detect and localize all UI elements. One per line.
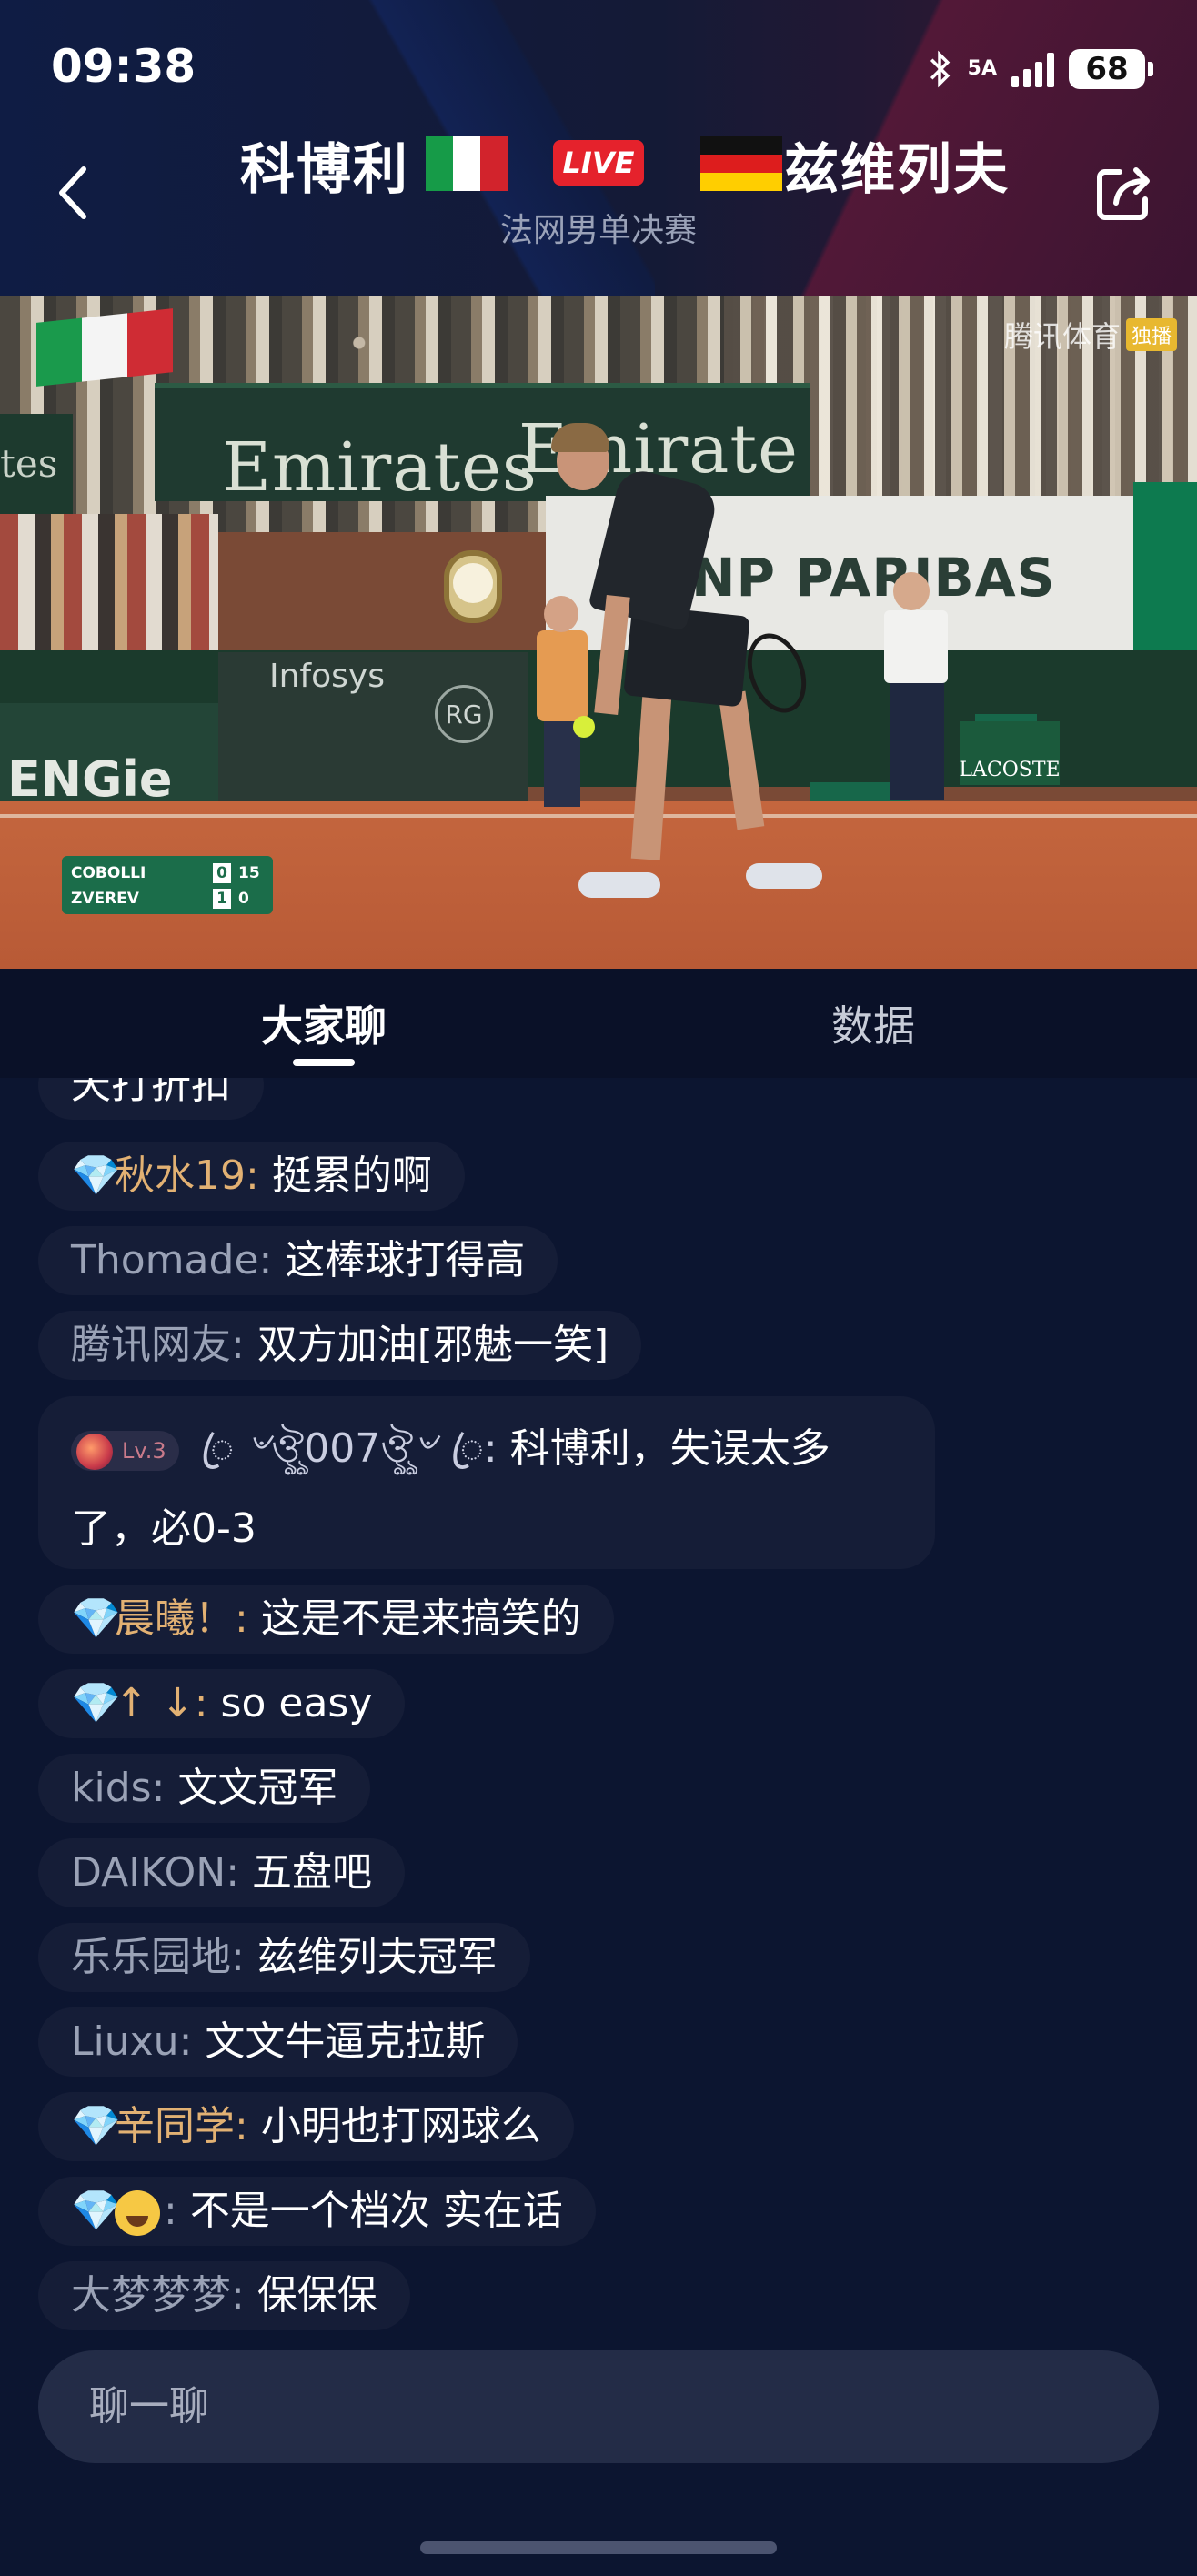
chat-username[interactable]: 秋水19 xyxy=(115,1152,246,1199)
chat-username[interactable]: DAIKON xyxy=(71,1849,226,1896)
ball-kid xyxy=(537,630,588,721)
chat-message: 大梦梦梦: 保保保 xyxy=(38,2261,410,2330)
chat-text: 这棒球打得高 xyxy=(285,1237,526,1283)
chat-input[interactable]: 聊一聊 xyxy=(38,2350,1159,2463)
chat-username[interactable]: Thomade xyxy=(71,1237,259,1283)
diamond-icon: 💎 xyxy=(71,2103,121,2149)
tennis-ball xyxy=(573,716,595,738)
chat-text: 挺累的啊 xyxy=(271,1152,432,1199)
chat-username[interactable]: 辛同学 xyxy=(115,2103,235,2149)
chat-message: 💎↑ ↓: so easy xyxy=(38,1669,406,1738)
live-badge: LIVE xyxy=(553,140,644,186)
watermark-text: 腾讯体育 xyxy=(1003,319,1121,354)
chat-message: kids: 文文冠军 xyxy=(38,1754,371,1823)
chat-text: 文文牛逼克拉斯 xyxy=(205,2018,486,2065)
watermark-tag: 独播 xyxy=(1125,318,1177,351)
chat-text: 文文冠军 xyxy=(177,1765,338,1811)
scoreboard: COBOLLI 0 15 ZVEREV 1 0 xyxy=(62,856,273,914)
chat-username[interactable]: ↑ ↓ xyxy=(115,1680,195,1726)
chat-text: 保保保 xyxy=(256,2272,377,2319)
signal-icon xyxy=(1011,51,1054,87)
chat-message: 乐乐园地: 兹维列夫冠军 xyxy=(38,1923,530,1992)
infosys-sign: Infosys xyxy=(269,658,385,695)
match-subtitle: 法网男单决赛 xyxy=(499,212,697,249)
chat-message: DAIKON: 五盘吧 xyxy=(38,1838,405,1907)
status-bar: 09:38 5A 68 xyxy=(0,36,1197,100)
chat-message: 💎: 不是一个档次 实在话 xyxy=(38,2177,596,2246)
chat-username[interactable]: 乐乐园地 xyxy=(71,1934,231,1980)
chat-text: 兹维列夫冠军 xyxy=(256,1934,498,1980)
chat-text: so easy xyxy=(220,1680,373,1726)
roland-garros-logo: RG xyxy=(435,685,493,743)
status-icons: 5A 68 xyxy=(926,45,1153,93)
level-icon xyxy=(76,1434,113,1470)
diamond-icon: 💎 xyxy=(71,1152,121,1199)
chat-username[interactable]: 大梦梦梦 xyxy=(71,2272,231,2319)
player-name-right: 兹维列夫 xyxy=(784,138,1010,202)
match-header: 09:38 5A 68 科博利 LIVE 兹维列夫 法网男单决赛 xyxy=(0,0,1197,296)
chat-message-partial: 天打折扣 xyxy=(38,1078,264,1120)
live-video-player[interactable]: Emirates Emirate tes NP PARIBAS ENGie In… xyxy=(0,296,1197,969)
chat-username[interactable]: ꦿ︎ ৺ঔৣ007ঔৣ৺ ꦿ︎ xyxy=(201,1425,484,1472)
emirates-sign: Emirates xyxy=(222,428,538,507)
chat-message-long: Lv.3ꦿ︎ ৺ঔৣ007ঔৣ৺ ꦿ︎: 科博利，失误太多了，必0-3 xyxy=(38,1396,935,1569)
share-icon xyxy=(1097,167,1150,220)
line-judge xyxy=(884,610,948,683)
chat-username[interactable]: 晨曦！ xyxy=(115,1595,235,1642)
smiley-avatar-icon[interactable] xyxy=(115,2190,160,2236)
broadcaster-watermark: 腾讯体育 独播 xyxy=(1004,314,1177,356)
chat-username[interactable]: kids xyxy=(71,1765,152,1811)
chat-text: 不是一个档次 实在话 xyxy=(189,2188,563,2234)
chat-list[interactable]: 天打折扣 💎秋水19: 挺累的啊 Thomade: 这棒球打得高 腾讯网友: 双… xyxy=(0,1078,1197,2342)
diamond-icon: 💎 xyxy=(71,2188,121,2234)
tab-chat[interactable]: 大家聊 xyxy=(187,994,460,1058)
score-row: COBOLLI 0 15 xyxy=(71,863,260,883)
player-name-left: 科博利 xyxy=(240,138,409,202)
chat-message: Liuxu: 文文牛逼克拉斯 xyxy=(38,2007,518,2077)
diamond-icon: 💎 xyxy=(71,1595,121,1642)
bluetooth-icon xyxy=(930,50,950,88)
tab-active-indicator xyxy=(293,1059,355,1066)
italy-flag-icon xyxy=(426,136,508,191)
share-button[interactable] xyxy=(1088,156,1161,229)
chat-message: 腾讯网友: 双方加油[邪魅一笑] xyxy=(38,1311,642,1380)
chat-message: 💎晨曦！: 这是不是来搞笑的 xyxy=(38,1585,614,1654)
chat-username[interactable]: 腾讯网友 xyxy=(71,1322,231,1368)
chat-message: 💎秋水19: 挺累的啊 xyxy=(38,1142,465,1211)
engie-sign: ENGie xyxy=(7,750,173,808)
score-row: ZVEREV 1 0 xyxy=(71,889,249,909)
chat-text: 五盘吧 xyxy=(252,1849,372,1896)
status-time: 09:38 xyxy=(51,40,196,93)
battery-level: 68 xyxy=(1069,49,1145,89)
chat-text: 双方加油[邪魅一笑] xyxy=(256,1322,609,1368)
tab-bar: 大家聊 数据 xyxy=(0,969,1197,1078)
chat-message: Thomade: 这棒球打得高 xyxy=(38,1226,558,1295)
match-title: 科博利 LIVE 兹维列夫 xyxy=(0,126,1197,207)
chat-message: 💎辛同学: 小明也打网球么 xyxy=(38,2092,574,2161)
battery-icon: 68 xyxy=(1069,49,1153,89)
diamond-icon: 💎 xyxy=(71,1680,121,1726)
chat-text: 这是不是来搞笑的 xyxy=(260,1595,581,1642)
chat-username[interactable]: Liuxu xyxy=(71,2018,179,2065)
lacoste-sign: LACOSTE xyxy=(959,721,1061,785)
home-indicator[interactable] xyxy=(420,2541,777,2554)
left-wall-sign: tes xyxy=(0,441,58,486)
bnp-sign: NP PARIBAS xyxy=(691,547,1056,609)
germany-flag-icon xyxy=(700,136,782,191)
tab-data[interactable]: 数据 xyxy=(737,994,1010,1058)
level-badge: Lv.3 xyxy=(71,1431,179,1471)
network-type-icon: 5A xyxy=(967,57,997,80)
chat-text: 小明也打网球么 xyxy=(260,2103,541,2149)
